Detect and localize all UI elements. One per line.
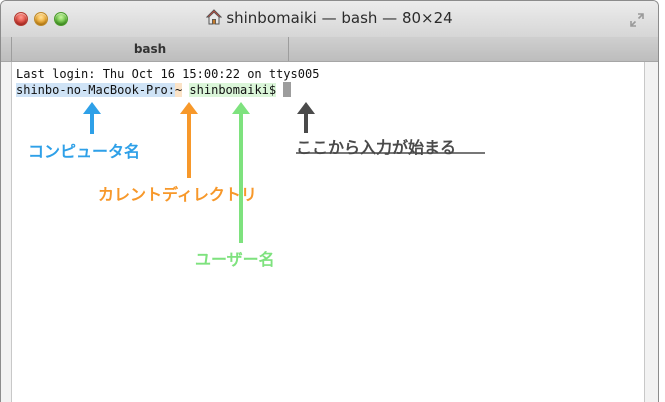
computer-name-arrow — [83, 102, 101, 134]
user-name-label: ユーザー名 — [195, 250, 275, 269]
current-directory-label: カレントディレクトリ — [98, 185, 257, 204]
current-directory-arrow — [180, 102, 198, 178]
input-start-label: ここから入力が始まる — [296, 138, 457, 157]
user-name-arrow — [232, 102, 250, 243]
input-start-arrow — [297, 102, 315, 133]
computer-name-label: コンピュータ名 — [28, 142, 141, 161]
